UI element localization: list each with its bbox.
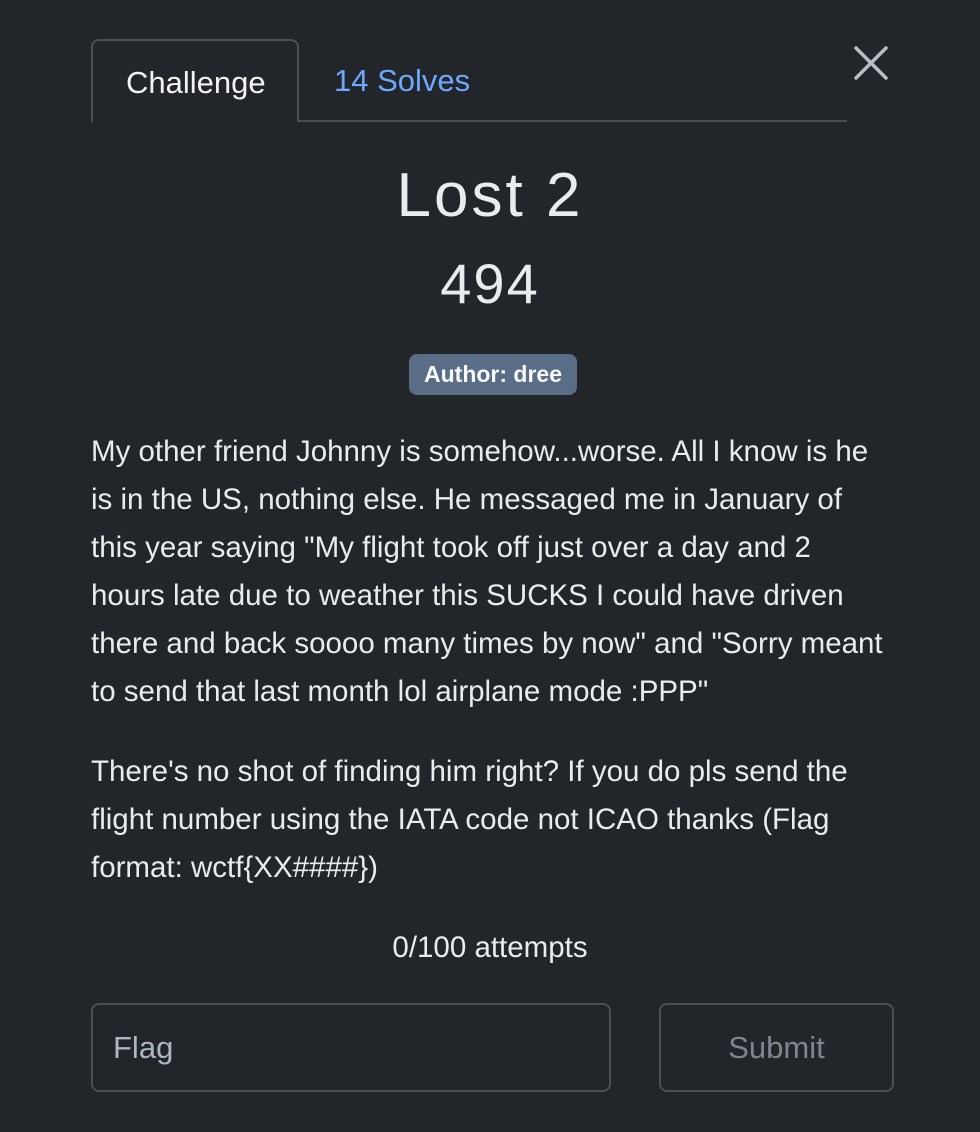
close-button[interactable] — [850, 42, 892, 84]
submit-button[interactable]: Submit — [659, 1003, 894, 1092]
description-paragraph: There's no shot of finding him right? If… — [91, 755, 848, 884]
attempts-counter: 0/100 attempts — [392, 931, 588, 964]
challenge-description: My other friend Johnny is somehow...wors… — [91, 428, 891, 924]
challenge-title: Lost 2 — [396, 161, 584, 230]
tab-challenge[interactable]: Challenge — [91, 39, 299, 123]
tab-solves[interactable]: 14 Solves — [301, 39, 503, 122]
challenge-points: 494 — [440, 252, 540, 315]
author-badge: Author: dree — [409, 354, 577, 395]
flag-input[interactable] — [91, 1003, 611, 1092]
close-icon — [854, 46, 888, 80]
challenge-modal: Challenge 14 Solves Lost 2 494 Author: d… — [0, 0, 980, 1132]
description-paragraph: My other friend Johnny is somehow...wors… — [91, 435, 883, 708]
challenge-tabs: Challenge 14 Solves — [91, 39, 847, 123]
